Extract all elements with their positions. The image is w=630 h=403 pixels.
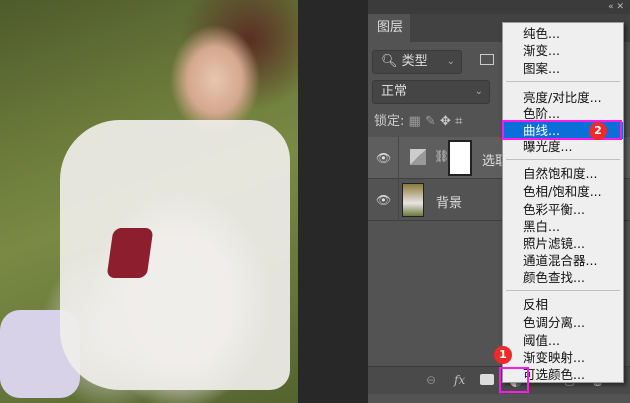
menu-item-gradient[interactable]: 渐变... — [503, 42, 623, 59]
adjustment-layer-icon — [410, 149, 426, 165]
filter-label: 类型 — [401, 54, 428, 69]
eye-icon[interactable]: 👁︎ — [376, 151, 391, 165]
canvas-photo — [0, 0, 298, 403]
link-layers-icon[interactable]: ⊖ — [426, 373, 436, 387]
chevron-down-icon: ⌄ — [474, 86, 483, 97]
step-badge-1: 1 — [494, 346, 512, 364]
menu-item-solid-color[interactable]: 纯色... — [503, 25, 623, 42]
add-mask-icon[interactable] — [480, 374, 494, 385]
menu-item-hue-saturation[interactable]: 色相/饱和度... — [503, 183, 623, 200]
annotation-highlight-adjust-button — [499, 367, 529, 393]
menu-item-gradient-map[interactable]: 渐变映射... — [503, 349, 623, 366]
eye-icon[interactable]: 👁︎ — [376, 193, 391, 207]
photo-dress — [60, 120, 290, 390]
step-badge-2: 2 — [589, 122, 607, 140]
menu-separator — [506, 159, 620, 160]
search-icon: 🔍︎ — [381, 54, 398, 69]
layer-name[interactable]: 背景 — [436, 192, 462, 211]
menu-separator — [506, 290, 620, 291]
fx-button[interactable]: fx — [454, 373, 465, 387]
menu-item-posterize[interactable]: 色调分离... — [503, 314, 623, 331]
menu-item-exposure[interactable]: 曝光度... — [503, 138, 623, 155]
menu-item-channel-mixer[interactable]: 通道混合器... — [503, 252, 623, 269]
menu-item-invert[interactable]: 反相 — [503, 296, 623, 313]
menu-separator — [506, 81, 620, 82]
panel-topbar: « ✕ — [368, 0, 630, 14]
tab-layers[interactable]: 图层 — [368, 14, 410, 42]
divider — [398, 179, 399, 221]
workspace-gap — [298, 0, 368, 403]
menu-item-black-white[interactable]: 黑白... — [503, 218, 623, 235]
menu-item-threshold[interactable]: 阈值... — [503, 332, 623, 349]
lock-move-icon[interactable]: ✥ — [440, 114, 451, 129]
layer-filter-select[interactable]: 🔍︎ 类型 ⌄ — [372, 50, 462, 74]
layer-thumbnail — [402, 183, 424, 217]
lock-transparency-icon[interactable]: ▦ — [409, 114, 421, 129]
lock-paint-icon[interactable]: ✎ — [425, 114, 436, 129]
adjustment-layer-menu: 纯色... 渐变... 图案... 亮度/对比度... 色阶... 曲线... … — [502, 22, 624, 383]
link-icon: ⛓︎ — [434, 149, 450, 163]
chevron-down-icon: ⌄ — [446, 56, 455, 67]
photo-horse-pendant — [106, 228, 154, 278]
lock-label: 锁定: — [374, 114, 405, 129]
lock-artboard-icon[interactable]: ⌗ — [455, 114, 462, 129]
collapse-icon[interactable]: « — [608, 2, 614, 12]
layer-mask-thumbnail[interactable] — [448, 140, 472, 176]
close-panel-icon[interactable]: ✕ — [616, 2, 624, 12]
image-filter-icon[interactable] — [480, 54, 494, 65]
lock-row: 锁定: ▦ ✎ ✥ ⌗ — [374, 110, 462, 129]
menu-item-vibrance[interactable]: 自然饱和度... — [503, 165, 623, 182]
divider — [398, 137, 399, 179]
menu-item-color-lookup[interactable]: 颜色查找... — [503, 269, 623, 286]
menu-item-brightness-contrast[interactable]: 亮度/对比度... — [503, 89, 623, 106]
menu-item-photo-filter[interactable]: 照片滤镜... — [503, 235, 623, 252]
blend-mode-value: 正常 — [381, 84, 408, 99]
menu-item-pattern[interactable]: 图案... — [503, 60, 623, 77]
blend-mode-select[interactable]: 正常 ⌄ — [372, 80, 490, 104]
menu-item-color-balance[interactable]: 色彩平衡... — [503, 201, 623, 218]
